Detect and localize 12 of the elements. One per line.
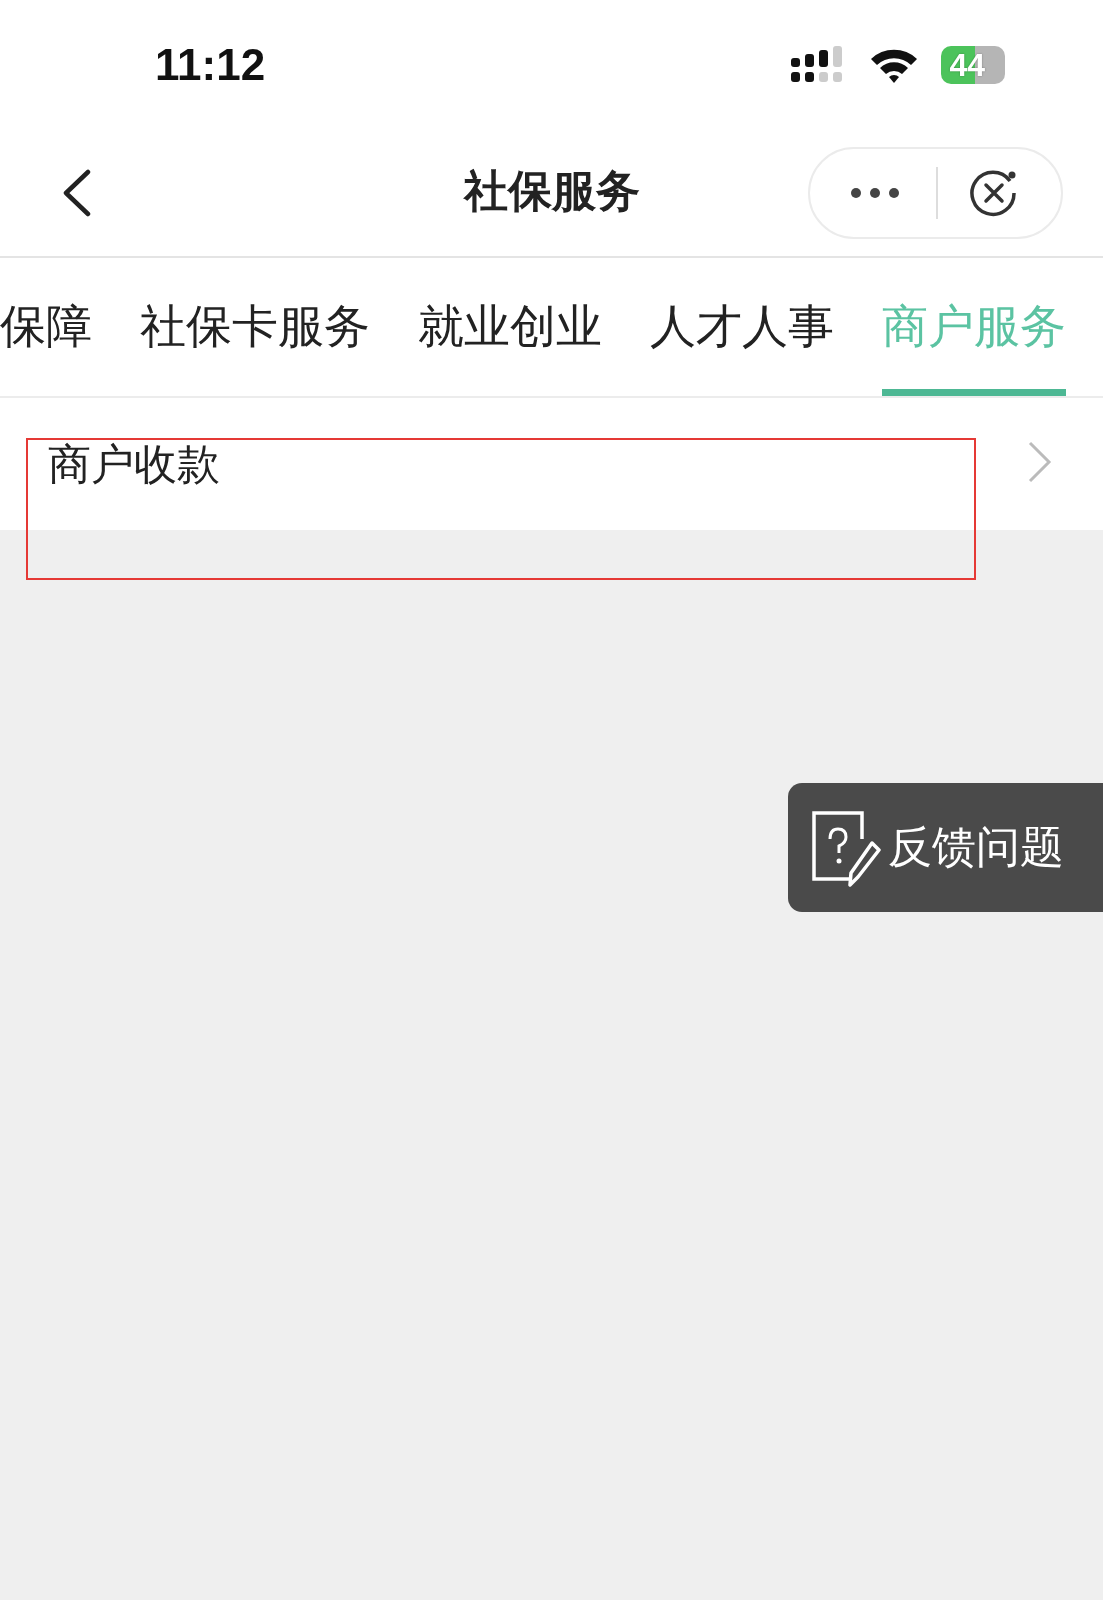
feedback-button[interactable]: 反馈问题: [788, 783, 1103, 912]
item-label: 商户收款: [48, 438, 220, 491]
question-pen-icon: [810, 808, 882, 887]
tab[interactable]: 社保卡服务: [140, 258, 370, 396]
chevron-icon: [1027, 440, 1053, 484]
tab[interactable]: 保障: [0, 258, 92, 396]
tab[interactable]: 人才人事: [650, 258, 834, 396]
tab[interactable]: 就业创业: [418, 258, 602, 396]
list-item[interactable]: 商户收款: [0, 398, 1103, 530]
clock-time: 11:12: [155, 40, 266, 90]
more-icon[interactable]: [850, 187, 900, 199]
page-title: 社保服务: [463, 164, 640, 218]
